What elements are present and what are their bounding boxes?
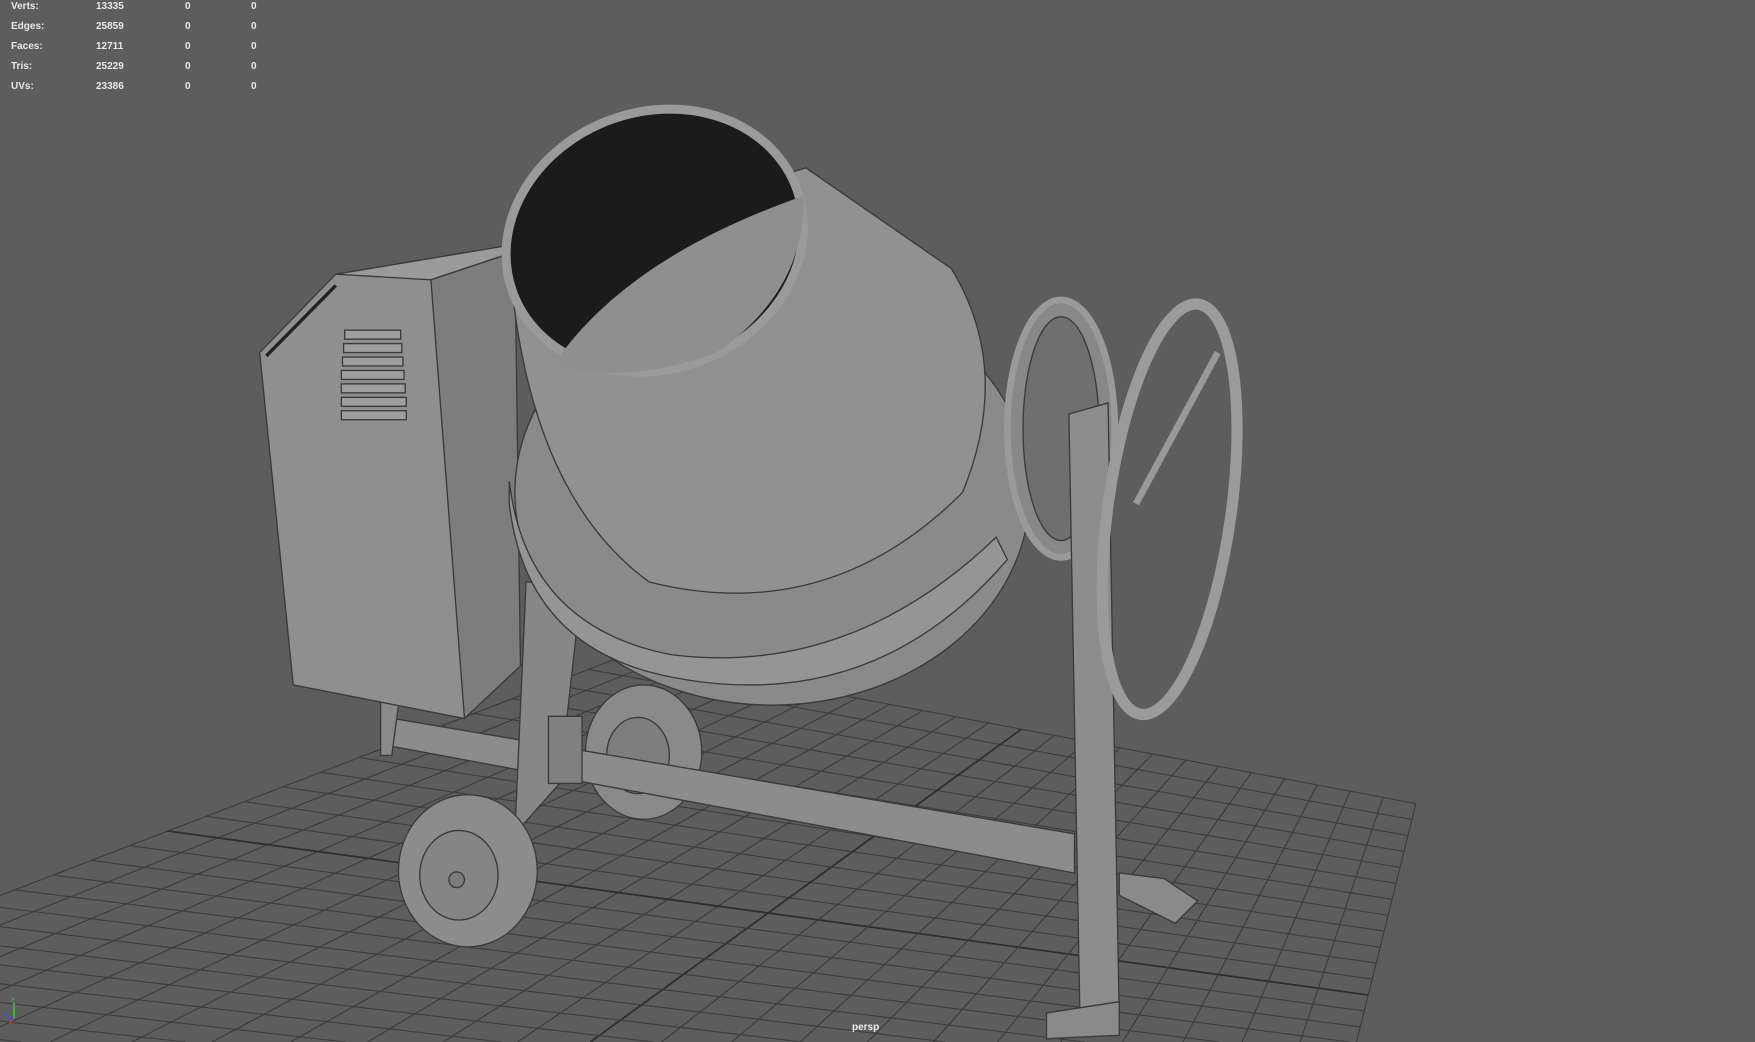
grid-line bbox=[1299, 797, 1384, 1042]
post-foot bbox=[1045, 1000, 1120, 1040]
hud-value: 23386 bbox=[96, 81, 124, 92]
grid-line bbox=[1241, 790, 1351, 1042]
hud-row-tris: Tris: 25229 0 0 bbox=[0, 61, 280, 81]
frame-bracket bbox=[547, 715, 583, 785]
grid-line bbox=[14, 889, 1220, 1042]
hud-value: 0 bbox=[185, 21, 191, 32]
hud-value: 0 bbox=[185, 41, 191, 52]
hud-value: 0 bbox=[251, 81, 257, 92]
grid-line bbox=[0, 906, 1085, 1042]
axis-y-label: Y bbox=[11, 998, 15, 1004]
hud-value: 0 bbox=[251, 21, 257, 32]
hud-value: 0 bbox=[185, 1, 191, 12]
hud-label: Edges: bbox=[11, 21, 45, 32]
grid-line bbox=[0, 983, 502, 1042]
grid-line bbox=[1356, 803, 1417, 1042]
grid-line bbox=[0, 945, 802, 1042]
hud-value: 13335 bbox=[96, 1, 124, 12]
tilt-pedal bbox=[1118, 872, 1199, 925]
3d-viewport[interactable] bbox=[0, 0, 1755, 1042]
hud-row-edges: Edges: 25859 0 0 bbox=[0, 21, 280, 41]
hud-value: 25859 bbox=[96, 21, 124, 32]
hud-value: 0 bbox=[251, 41, 257, 52]
hand-wheel-spoke bbox=[1133, 350, 1221, 506]
vent-slots bbox=[340, 329, 407, 421]
hud-value: 0 bbox=[251, 1, 257, 12]
axis-gizmo-icon: Y Z bbox=[3, 998, 15, 1024]
hud-value: 12711 bbox=[96, 41, 124, 52]
camera-name-label: persp bbox=[852, 1022, 880, 1033]
grid-line bbox=[799, 747, 1121, 1042]
hud-row-faces: Faces: 12711 0 0 bbox=[0, 41, 280, 61]
grid-line bbox=[0, 1001, 346, 1042]
front-wheel-hub bbox=[448, 871, 466, 889]
hud-value: 0 bbox=[185, 61, 191, 72]
hud-label: Verts: bbox=[11, 1, 39, 12]
hud-label: Faces: bbox=[11, 41, 43, 52]
hud-value: 0 bbox=[185, 81, 191, 92]
grid-line bbox=[129, 845, 1365, 1012]
axis-z-label: Z bbox=[3, 1010, 7, 1016]
hud-row-uvs: UVs: 23386 0 0 bbox=[0, 81, 280, 101]
hud-value: 0 bbox=[251, 61, 257, 72]
floor-grid bbox=[0, 654, 1417, 1042]
hud-row-verts: Verts: 13335 0 0 bbox=[0, 1, 280, 21]
hud-value: 25229 bbox=[96, 61, 124, 72]
hud-label: UVs: bbox=[11, 81, 34, 92]
hud-label: Tris: bbox=[11, 61, 33, 72]
